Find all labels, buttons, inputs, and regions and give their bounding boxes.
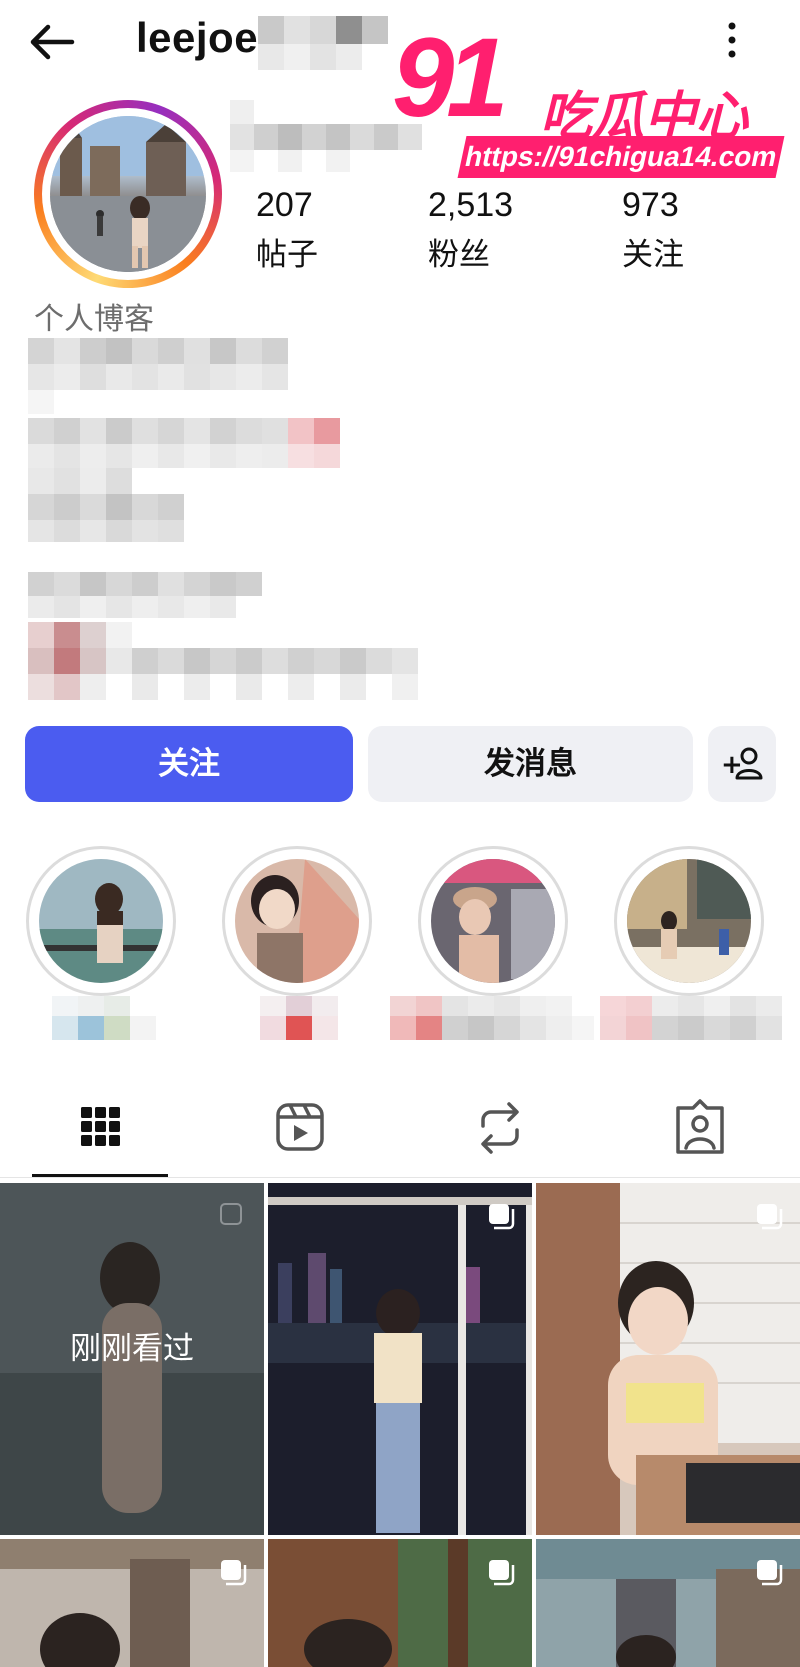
avatar-photo <box>50 116 206 272</box>
multiple-photos-icon <box>220 1203 242 1225</box>
svg-text:+: + <box>721 750 743 780</box>
grid-post[interactable] <box>268 1183 532 1535</box>
highlight-3[interactable] <box>418 846 568 996</box>
stat-posts[interactable]: 207 帖子 <box>256 186 318 274</box>
multiple-photos-icon <box>221 1560 247 1586</box>
tab-tagged[interactable] <box>650 1090 750 1166</box>
grid-icon <box>81 1107 120 1146</box>
stat-value: 2,513 <box>428 186 514 224</box>
highlight-4[interactable] <box>614 846 764 996</box>
multiple-photos-icon <box>489 1204 515 1230</box>
message-button[interactable]: 发消息 <box>368 726 693 802</box>
back-button[interactable] <box>24 18 80 66</box>
stat-label: 关注 <box>622 237 684 273</box>
highlight-photo <box>627 859 751 983</box>
reels-icon <box>276 1103 324 1151</box>
post-image <box>536 1183 800 1535</box>
stat-label: 粉丝 <box>428 237 490 273</box>
highlight-1[interactable] <box>26 846 176 996</box>
grid-post[interactable]: 刚刚看过 <box>0 1183 264 1535</box>
censored-highlight-title <box>390 996 596 1042</box>
repost-icon <box>481 1102 519 1154</box>
grid-post[interactable] <box>536 1183 800 1535</box>
stat-following[interactable]: 973 关注 <box>622 186 684 274</box>
censored-highlight-title <box>600 996 786 1042</box>
stat-value: 207 <box>256 186 313 224</box>
profile-username: leejoe <box>136 14 259 61</box>
tab-reels[interactable] <box>250 1090 350 1166</box>
tab-reposts[interactable] <box>450 1090 550 1166</box>
highlight-photo <box>235 859 359 983</box>
post-image <box>268 1183 532 1535</box>
suggest-people-button[interactable]: + <box>708 726 776 802</box>
arrow-left-icon <box>30 24 75 60</box>
bio-category: 个人博客 <box>34 302 154 337</box>
grid-post[interactable] <box>268 1539 532 1667</box>
profile-avatar[interactable] <box>34 100 222 288</box>
tagged-icon <box>676 1099 724 1154</box>
stat-followers[interactable]: 2,513 粉丝 <box>428 186 513 274</box>
highlight-2[interactable] <box>222 846 372 996</box>
watermark-url: https://91chigua14.com <box>457 136 785 178</box>
censored-username <box>258 16 390 76</box>
censored-highlight-title <box>260 996 344 1042</box>
censored-highlight-title <box>52 996 162 1042</box>
grid-post[interactable] <box>0 1539 264 1667</box>
add-person-icon: + <box>721 747 763 780</box>
multiple-photos-icon <box>757 1560 783 1586</box>
censored-bio <box>28 338 468 704</box>
stat-value: 973 <box>622 186 679 224</box>
follow-button[interactable]: 关注 <box>25 726 353 802</box>
highlight-photo <box>431 859 555 983</box>
tab-divider <box>0 1177 800 1178</box>
tab-posts-grid[interactable] <box>50 1090 150 1166</box>
recently-viewed-label: 刚刚看过 <box>70 1331 194 1367</box>
more-options-button[interactable] <box>712 18 752 62</box>
more-vertical-icon <box>728 22 736 58</box>
highlight-photo <box>39 859 163 983</box>
multiple-photos-icon <box>757 1204 783 1230</box>
grid-post[interactable] <box>536 1539 800 1667</box>
watermark-number: 91 <box>392 15 509 140</box>
multiple-photos-icon <box>489 1560 515 1586</box>
stat-label: 帖子 <box>256 237 318 273</box>
